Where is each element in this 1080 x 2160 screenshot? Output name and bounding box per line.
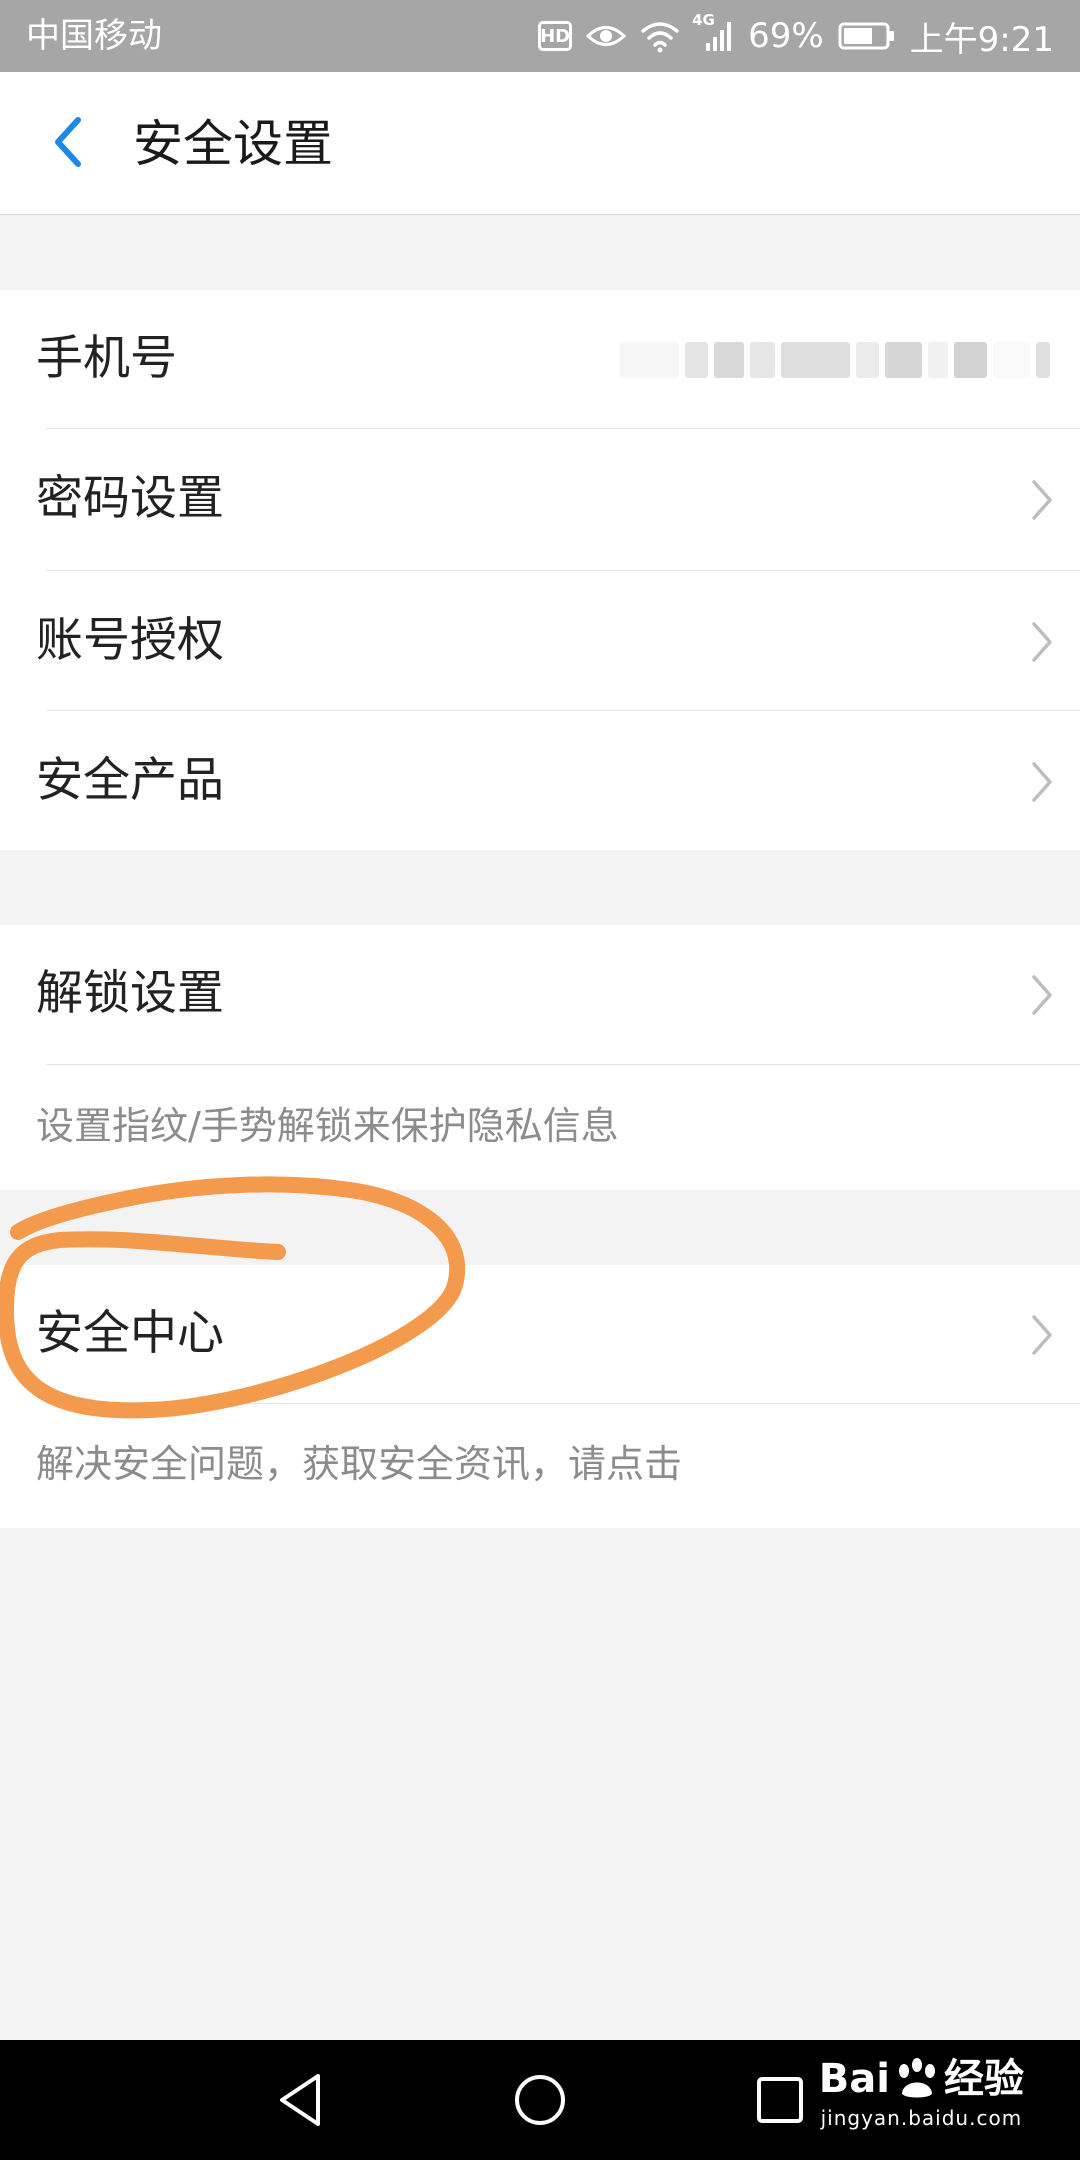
account-authorization-label: 账号授权	[36, 613, 224, 668]
unlock-settings-row[interactable]: 解锁设置	[0, 925, 1080, 1065]
chevron-left-icon	[55, 117, 81, 167]
status-bar: 中国移动 HD 4G 69% 上午9:21	[0, 0, 1080, 72]
chevron-right-icon	[1032, 480, 1052, 520]
watermark-brand-right: 经验	[944, 2056, 1024, 2102]
network-type-label: 4G	[692, 11, 715, 29]
carrier-name: 中国移动	[26, 16, 162, 56]
page-title: 安全设置	[133, 115, 333, 173]
chevron-right-icon	[1032, 1315, 1052, 1355]
row-divider	[46, 1064, 1080, 1065]
row-divider	[46, 710, 1080, 711]
baidu-jingyan-watermark: Bai 经验 jingyan.baidu.com	[819, 2054, 1024, 2132]
back-button[interactable]	[30, 104, 106, 180]
masked-phone-value	[620, 330, 1050, 390]
security-center-label: 安全中心	[36, 1306, 224, 1361]
password-settings-row[interactable]: 密码设置	[0, 430, 1080, 570]
security-products-label: 安全产品	[36, 753, 224, 808]
phone-number-row[interactable]: 手机号	[0, 290, 1080, 430]
battery-icon	[838, 21, 896, 51]
square-recents-icon	[757, 2077, 803, 2123]
password-settings-label: 密码设置	[36, 471, 224, 526]
chevron-right-icon	[1032, 622, 1052, 662]
watermark-brand-left: Bai	[818, 2056, 890, 2102]
app-bar: 安全设置	[0, 72, 1080, 215]
security-center-group: 安全中心 解决安全问题，获取安全资讯，请点击	[0, 1265, 1080, 1528]
account-authorization-row[interactable]: 账号授权	[0, 572, 1080, 712]
hd-icon: HD	[538, 21, 573, 51]
row-divider	[46, 570, 1080, 571]
chevron-right-icon	[1032, 975, 1052, 1015]
circle-home-icon	[515, 2075, 565, 2125]
triangle-back-icon	[280, 2074, 320, 2126]
signal-icon: 4G	[692, 11, 734, 53]
phone-number-label: 手机号	[36, 331, 177, 386]
status-icons: HD 4G 69% 上午9:21	[538, 10, 1054, 62]
clock: 上午9:21	[909, 19, 1054, 60]
battery-percent: 69%	[748, 16, 824, 56]
eye-icon	[586, 21, 627, 51]
watermark-brand: Bai 经验	[819, 2054, 1024, 2104]
security-center-hint: 解决安全问题，获取安全资讯，请点击	[36, 1442, 683, 1486]
security-center-row[interactable]: 安全中心	[0, 1265, 1080, 1405]
system-navigation-bar: Bai 经验 jingyan.baidu.com	[0, 2040, 1080, 2160]
unlock-settings-hint: 设置指纹/手势解锁来保护隐私信息	[36, 1104, 619, 1148]
nav-home-button[interactable]	[510, 2070, 570, 2130]
row-divider	[46, 428, 1080, 429]
security-products-row[interactable]: 安全产品	[0, 712, 1080, 852]
row-divider	[46, 1403, 1080, 1404]
unlock-settings-label: 解锁设置	[36, 966, 224, 1021]
wifi-icon	[640, 19, 680, 53]
chevron-right-icon	[1032, 762, 1052, 802]
unlock-settings-group: 解锁设置 设置指纹/手势解锁来保护隐私信息	[0, 925, 1080, 1190]
nav-back-button[interactable]	[270, 2070, 330, 2130]
account-settings-group: 手机号 密码设置 账号授权 安全产品	[0, 290, 1080, 850]
watermark-url: jingyan.baidu.com	[820, 2106, 1023, 2130]
paw-icon	[899, 2058, 935, 2098]
nav-recents-button[interactable]	[750, 2070, 810, 2130]
